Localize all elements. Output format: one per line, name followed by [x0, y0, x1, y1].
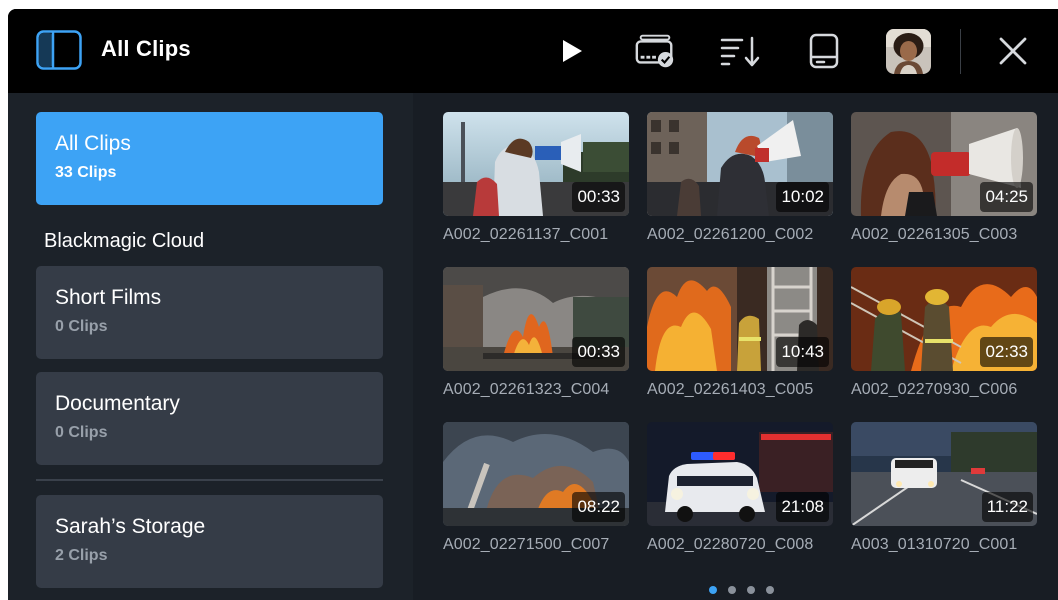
clip-duration: 04:25	[980, 182, 1033, 212]
clip-duration: 02:33	[980, 337, 1033, 367]
clip-tile[interactable]: 10:43 A002_02261403_C005	[647, 267, 833, 399]
page-dot-2[interactable]	[728, 586, 736, 594]
toolbar-divider	[960, 29, 961, 74]
clip-name: A002_02271500_C007	[443, 536, 610, 553]
clip-tile[interactable]: 11:22 A003_01310720_C001	[851, 422, 1037, 554]
sidebar-item-count: 0 Clips	[55, 318, 108, 335]
page-dot-1[interactable]	[709, 586, 717, 594]
clip-tile[interactable]: 04:25 A002_02261305_C003	[851, 112, 1037, 244]
sidebar-item-documentary[interactable]: Documentary 0 Clips	[36, 372, 383, 465]
clip-name: A002_02261323_C004	[443, 381, 610, 398]
user-avatar[interactable]	[886, 29, 931, 74]
clip-name: A002_02261200_C002	[647, 226, 814, 243]
clip-duration: 08:22	[572, 492, 625, 522]
sidebar-item-count: 33 Clips	[55, 164, 117, 181]
sidebar-item-count: 2 Clips	[55, 547, 108, 564]
page-title: All Clips	[101, 36, 191, 61]
drive-icon	[809, 33, 839, 69]
clip-thumbnail[interactable]: 10:02	[647, 112, 833, 216]
clip-thumbnail[interactable]: 10:43	[647, 267, 833, 371]
close-button[interactable]	[991, 31, 1035, 71]
sidebar-item-sarahs-storage[interactable]: Sarah’s Storage 2 Clips	[36, 495, 383, 588]
clip-thumbnail[interactable]: 08:22	[443, 422, 629, 526]
clip-duration: 21:08	[776, 492, 829, 522]
close-icon	[999, 37, 1027, 65]
sort-button[interactable]	[718, 31, 762, 71]
clip-thumbnail[interactable]: 00:33	[443, 267, 629, 371]
section-label-cloud: Blackmagic Cloud	[44, 230, 205, 252]
storage-button[interactable]	[802, 31, 846, 71]
clip-duration: 00:33	[572, 182, 625, 212]
clip-thumbnail[interactable]: 04:25	[851, 112, 1037, 216]
clip-tile[interactable]: 08:22 A002_02271500_C007	[443, 422, 629, 554]
clip-tile[interactable]: 02:33 A002_02270930_C006	[851, 267, 1037, 399]
clip-name: A003_01310720_C001	[851, 536, 1018, 553]
clip-duration: 10:43	[776, 337, 829, 367]
clip-duration: 00:33	[572, 337, 625, 367]
clip-thumbnail[interactable]: 21:08	[647, 422, 833, 526]
sidebar-item-label: Short Films	[55, 286, 162, 309]
page-dot-4[interactable]	[766, 586, 774, 594]
play-button[interactable]	[550, 31, 594, 71]
clip-name: A002_02261305_C003	[851, 226, 1018, 243]
sidebar-item-all-clips[interactable]: All Clips 33 Clips	[36, 112, 383, 205]
clip-tile[interactable]: 10:02 A002_02261200_C002	[647, 112, 833, 244]
select-media-button[interactable]	[633, 31, 677, 71]
clip-grid: 00:33 A002_02261137_C001 10:02 A002_0226…	[413, 93, 1058, 600]
sidebar-item-short-films[interactable]: Short Films 0 Clips	[36, 266, 383, 359]
sidebar-item-count: 0 Clips	[55, 424, 108, 441]
play-icon	[563, 40, 582, 62]
clip-thumbnail[interactable]: 11:22	[851, 422, 1037, 526]
page-dot-3[interactable]	[747, 586, 755, 594]
top-bar: All Clips	[8, 9, 1058, 93]
app-screen: All Clips All Clips 33 Clips Blackmagic …	[8, 9, 1058, 600]
clip-tile[interactable]: 00:33 A002_02261323_C004	[443, 267, 629, 399]
clip-name: A002_02280720_C008	[647, 536, 814, 553]
sidebar-item-label: Sarah’s Storage	[55, 515, 206, 538]
clip-tile[interactable]: 00:33 A002_02261137_C001	[443, 112, 629, 244]
sidebar-toggle-icon[interactable]	[36, 30, 82, 70]
clip-thumbnail[interactable]: 02:33	[851, 267, 1037, 371]
clip-name: A002_02261137_C001	[443, 226, 609, 243]
clip-name: A002_02261403_C005	[647, 381, 814, 398]
sidebar-item-label: Documentary	[55, 392, 180, 415]
clip-duration: 11:22	[981, 492, 1033, 522]
sort-icon	[720, 36, 760, 67]
sidebar-item-label: All Clips	[55, 132, 131, 155]
sidebar: All Clips 33 Clips Blackmagic Cloud Shor…	[8, 93, 413, 600]
page-indicator	[709, 586, 774, 594]
clip-tile[interactable]: 21:08 A002_02280720_C008	[647, 422, 833, 554]
clip-thumbnail[interactable]: 00:33	[443, 112, 629, 216]
sidebar-divider	[36, 479, 383, 481]
media-select-icon	[635, 34, 674, 68]
clip-name: A002_02270930_C006	[851, 381, 1018, 398]
clip-duration: 10:02	[776, 182, 829, 212]
